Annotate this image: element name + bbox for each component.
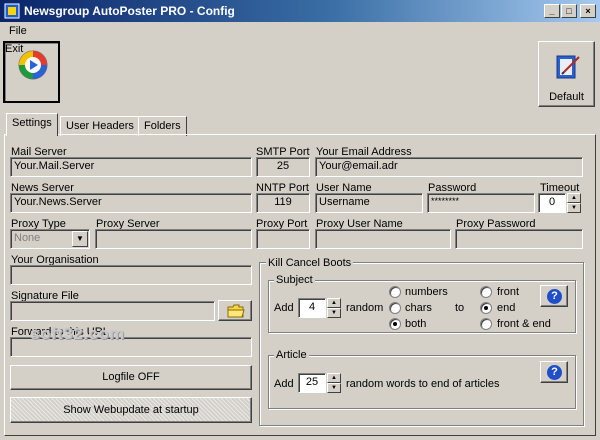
timeout-field[interactable]: 0 [538, 193, 566, 213]
smtp-port-field[interactable]: 25 [256, 157, 310, 177]
timeout-spinner[interactable]: ▲ ▼ [567, 193, 581, 213]
proxy-password-field[interactable] [455, 229, 583, 249]
password-field[interactable]: ******** [427, 193, 535, 213]
default-button[interactable]: Default [538, 41, 595, 107]
exit-icon [17, 49, 49, 84]
maximize-button[interactable]: □ [561, 4, 577, 18]
radio-end-label: end [497, 302, 516, 314]
email-field[interactable]: Your@email.adr [315, 157, 583, 177]
window-title: Newsgroup AutoPoster PRO - Config [24, 4, 235, 18]
radio-end[interactable] [480, 302, 492, 314]
radio-chars-label: chars [405, 302, 432, 314]
spin-down-icon[interactable]: ▼ [327, 383, 341, 393]
proxy-user-field[interactable] [315, 229, 451, 249]
folder-icon [227, 304, 245, 321]
browse-signature-button[interactable] [218, 300, 252, 321]
close-button[interactable]: × [580, 4, 596, 18]
help-icon: ? [547, 365, 562, 380]
spin-up-icon[interactable]: ▲ [327, 298, 341, 308]
news-server-field[interactable]: Your.News.Server [10, 193, 252, 213]
mail-server-field[interactable]: Your.Mail.Server [10, 157, 252, 177]
tab-user-headers[interactable]: User Headers [60, 116, 140, 136]
subject-title: Subject [274, 274, 315, 286]
radio-front-end-label: front & end [497, 318, 551, 330]
exit-button[interactable]: Exit [3, 41, 60, 103]
watermark: soft32.com [30, 324, 125, 343]
article-suffix-label: random words to end of articles [346, 378, 500, 390]
title-bar[interactable]: Newsgroup AutoPoster PRO - Config _ □ × [0, 0, 600, 22]
menu-bar: File [0, 22, 600, 40]
signature-file-field[interactable] [10, 301, 215, 321]
spin-down-icon[interactable]: ▼ [567, 203, 581, 213]
user-name-field[interactable]: Username [315, 193, 423, 213]
radio-front-label: front [497, 286, 520, 298]
subject-to-label: to [455, 302, 465, 314]
menu-file[interactable]: File [9, 25, 27, 37]
radio-numbers[interactable] [389, 286, 401, 298]
default-icon [552, 52, 582, 85]
spin-down-icon[interactable]: ▼ [327, 308, 341, 318]
spin-up-icon[interactable]: ▲ [327, 373, 341, 383]
help-icon: ? [547, 289, 562, 304]
article-count-field[interactable]: 25 [298, 373, 326, 393]
spin-up-icon[interactable]: ▲ [567, 193, 581, 203]
proxy-server-field[interactable] [95, 229, 252, 249]
kill-cancel-title: Kill Cancel Boots [266, 257, 354, 269]
chevron-down-icon[interactable]: ▼ [72, 231, 88, 247]
article-add-label: Add [274, 378, 294, 390]
subject-count-spinner[interactable]: ▲ ▼ [327, 298, 341, 318]
config-window: Newsgroup AutoPoster PRO - Config _ □ × … [0, 0, 600, 440]
radio-numbers-label: numbers [405, 286, 448, 298]
subject-count-field[interactable]: 4 [298, 298, 326, 318]
organisation-field[interactable] [10, 265, 252, 285]
radio-both-label: both [405, 318, 427, 330]
proxy-port-field[interactable] [256, 229, 310, 249]
article-title: Article [274, 349, 309, 361]
radio-both[interactable] [389, 318, 401, 330]
article-count-spinner[interactable]: ▲ ▼ [327, 373, 341, 393]
tab-settings[interactable]: Settings [6, 113, 58, 136]
radio-chars[interactable] [389, 302, 401, 314]
nntp-port-field[interactable]: 119 [256, 193, 310, 213]
article-help-button[interactable]: ? [540, 361, 568, 383]
subject-random-label: random [346, 302, 384, 314]
radio-front-end[interactable] [480, 318, 492, 330]
radio-front[interactable] [480, 286, 492, 298]
default-label: Default [549, 91, 584, 103]
minimize-button[interactable]: _ [544, 4, 560, 18]
webupdate-button[interactable]: Show Webupdate at startup [10, 397, 252, 423]
app-icon [4, 3, 20, 19]
tab-folders[interactable]: Folders [138, 116, 187, 136]
logfile-button[interactable]: Logfile OFF [10, 365, 252, 390]
subject-add-label: Add [274, 302, 294, 314]
subject-help-button[interactable]: ? [540, 285, 568, 307]
